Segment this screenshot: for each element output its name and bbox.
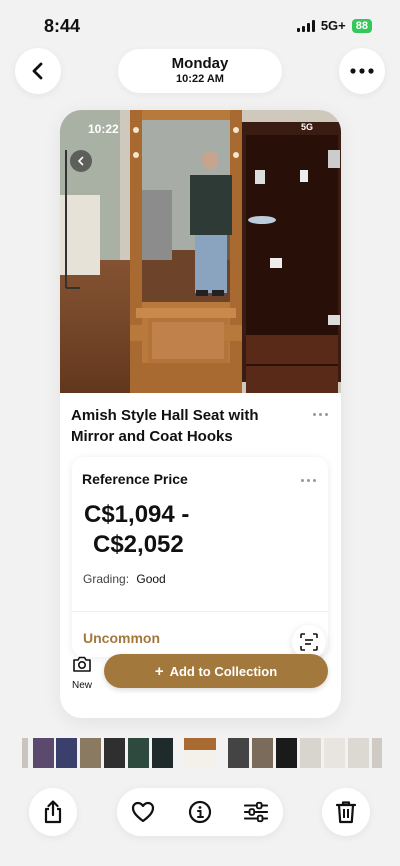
status-time: 8:44 <box>44 16 81 36</box>
more-horizontal-icon <box>350 68 374 74</box>
heart-icon <box>131 801 155 823</box>
date-day: Monday <box>171 55 229 72</box>
grading-value: Good <box>136 572 166 586</box>
camera-icon <box>73 656 91 672</box>
add-to-collection-label: Add to Collection <box>169 663 278 679</box>
date-header: Monday 10:22 AM <box>118 49 282 93</box>
status-indicators: 5G+ 88 <box>296 18 372 33</box>
thumbnail[interactable] <box>80 738 101 768</box>
thumbnail[interactable] <box>33 738 54 768</box>
grading-label: Grading: <box>83 572 130 586</box>
thumbnail[interactable] <box>56 738 77 768</box>
chevron-left-icon <box>77 156 84 166</box>
price-range: C$1,094 - C$2,052 <box>84 500 189 560</box>
sliders-icon <box>244 801 268 823</box>
thumbnail-selected[interactable] <box>184 738 216 768</box>
adjust-button[interactable] <box>244 800 268 824</box>
info-button[interactable] <box>188 800 212 824</box>
more-button[interactable] <box>339 48 385 94</box>
thumbnail[interactable] <box>152 738 173 768</box>
photo-status-network: 5G <box>300 122 313 132</box>
thumbnail[interactable] <box>300 738 321 768</box>
title-more-icon[interactable] <box>313 413 328 416</box>
thumbnail[interactable] <box>104 738 125 768</box>
reference-price-box: Reference Price C$1,094 - C$2,052 Gradin… <box>72 457 328 657</box>
thumbnail[interactable] <box>22 738 28 768</box>
info-icon <box>188 800 212 824</box>
thumbnail[interactable] <box>252 738 273 768</box>
trash-icon <box>335 801 357 824</box>
share-icon <box>44 800 62 824</box>
thumbnail-strip <box>0 738 400 768</box>
signal-icon <box>296 19 315 32</box>
new-label: New <box>71 680 92 691</box>
favorite-button[interactable] <box>131 800 155 824</box>
battery-icon: 88 <box>351 18 372 33</box>
network-label: 5G+ <box>320 18 346 33</box>
photo-back-button[interactable] <box>70 150 92 172</box>
price-low: C$1,094 - <box>84 501 190 528</box>
thumbnail[interactable] <box>128 738 149 768</box>
thumbnail[interactable] <box>228 738 249 768</box>
scan-text-icon <box>300 633 318 651</box>
bottom-action-pill <box>117 788 283 836</box>
thumbnail[interactable] <box>276 738 297 768</box>
share-button[interactable] <box>29 788 77 836</box>
grading: Grading: Good <box>83 572 166 586</box>
thumbnail[interactable] <box>324 738 345 768</box>
date-time: 10:22 AM <box>176 73 224 85</box>
reference-more-icon[interactable] <box>301 479 316 482</box>
back-button[interactable] <box>15 48 61 94</box>
rarity-label: Uncommon <box>83 630 160 646</box>
hall-seat-photo <box>60 110 341 393</box>
status-bar: 8:44 5G+ 88 <box>0 0 400 50</box>
thumbnail[interactable] <box>372 738 382 768</box>
item-photo[interactable]: 10:22 5G <box>60 110 341 393</box>
divider <box>72 611 328 612</box>
new-scan-button[interactable]: New <box>66 655 98 691</box>
plus-icon: + <box>154 662 164 680</box>
delete-button[interactable] <box>322 788 370 836</box>
thumbnail[interactable] <box>348 738 369 768</box>
item-title: Amish Style Hall Seat with Mirror and Co… <box>71 407 259 445</box>
chevron-left-icon <box>32 62 43 80</box>
price-high: C$2,052 <box>93 531 184 558</box>
photo-status-time: 10:22 <box>88 122 119 136</box>
reference-price-label: Reference Price <box>82 471 188 487</box>
add-to-collection-button[interactable]: + Add to Collection <box>104 654 328 688</box>
